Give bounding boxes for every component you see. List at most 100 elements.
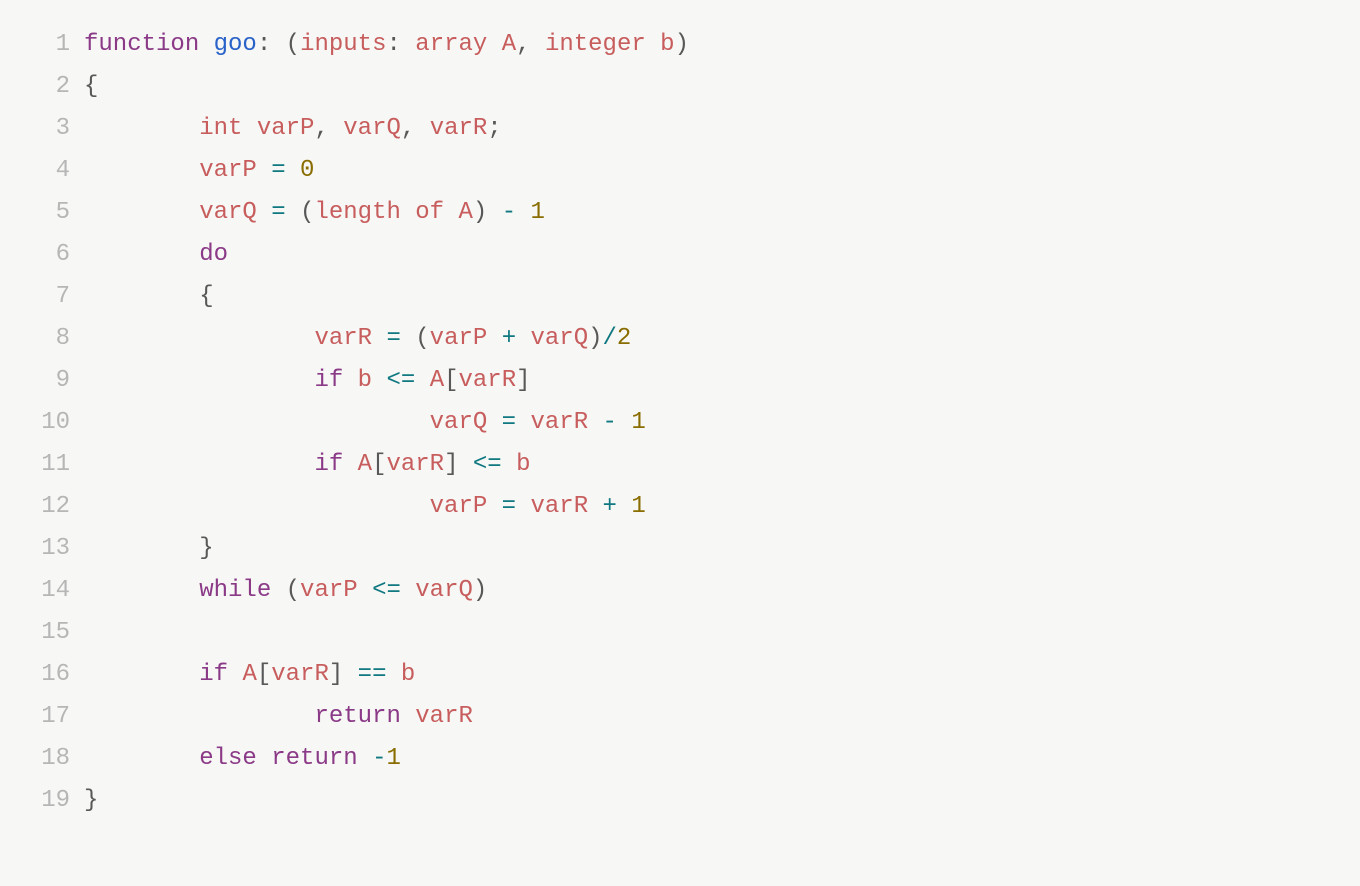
code-token [415,367,429,394]
code-token: varR [271,661,329,688]
line-number: 2 [0,66,84,108]
code-token [84,241,199,268]
code-token: , [314,115,328,142]
line-content: return varR [84,696,473,738]
code-token [84,661,199,688]
code-token [458,451,472,478]
code-token [516,325,530,352]
code-token: of [415,199,444,226]
code-token: = [386,325,400,352]
code-token [271,577,285,604]
line-number: 16 [0,654,84,696]
code-token: varR [459,367,517,394]
code-token: if [199,661,228,688]
code-token: varR [386,451,444,478]
code-token [444,199,458,226]
code-token: array [415,31,487,58]
code-token: varQ [531,325,589,352]
code-token: , [516,31,530,58]
code-token [401,325,415,352]
line-number: 9 [0,360,84,402]
code-token [516,199,530,226]
code-line: 3 int varP, varQ, varR; [0,108,1360,150]
code-token [358,577,372,604]
code-token [84,409,430,436]
code-token: { [199,283,213,310]
line-number: 5 [0,192,84,234]
line-number: 6 [0,234,84,276]
code-token [358,745,372,772]
line-content: if b <= A[varR] [84,360,531,402]
code-line: 19} [0,780,1360,822]
code-token [516,409,530,436]
code-token: int [199,115,242,142]
code-token: if [314,367,343,394]
code-token: ] [444,451,458,478]
line-content: int varP, varQ, varR; [84,108,502,150]
code-token: varQ [415,577,473,604]
code-token: : [257,31,271,58]
line-content: } [84,528,214,570]
line-number: 19 [0,780,84,822]
code-token [257,157,271,184]
code-token [487,493,501,520]
code-token: = [502,409,516,436]
code-token [84,283,199,310]
code-token [401,577,415,604]
code-token: b [401,661,415,688]
code-line: 18 else return -1 [0,738,1360,780]
code-token: ] [516,367,530,394]
line-number: 15 [0,612,84,654]
code-token: do [199,241,228,268]
code-token: 1 [386,745,400,772]
code-token [617,409,631,436]
code-token: + [502,325,516,352]
line-number: 3 [0,108,84,150]
code-token: <= [372,577,401,604]
code-token: varR [530,409,588,436]
code-token: integer [545,31,646,58]
code-token: function [84,31,199,58]
code-token [487,31,501,58]
line-content: varQ = varR - 1 [84,402,646,444]
code-token: b [660,31,674,58]
code-token: A [242,661,256,688]
line-number: 10 [0,402,84,444]
code-token: b [358,367,372,394]
code-token: { [84,73,98,100]
code-token: - [502,199,516,226]
code-token [84,367,314,394]
line-number: 13 [0,528,84,570]
code-token: / [603,325,617,352]
code-token: ] [329,661,343,688]
code-line: 17 return varR [0,696,1360,738]
code-token: 1 [531,199,545,226]
code-token [646,31,660,58]
line-content: do [84,234,228,276]
code-token [531,31,545,58]
code-token: [ [372,451,386,478]
code-line: 7 { [0,276,1360,318]
code-token: varQ [343,115,401,142]
code-token: ) [588,325,602,352]
line-content: varP = 0 [84,150,314,192]
line-content: { [84,276,214,318]
code-line: 13 } [0,528,1360,570]
code-token: A [430,367,444,394]
code-token: return [314,703,400,730]
code-token: varR [415,703,473,730]
code-token: A [459,199,473,226]
code-token [617,493,631,520]
code-token [372,325,386,352]
code-token: ( [300,199,314,226]
code-token: varP [430,493,488,520]
code-token: varR [314,325,372,352]
code-line: 11 if A[varR] <= b [0,444,1360,486]
code-token: 1 [631,493,645,520]
line-content: { [84,66,98,108]
code-token: - [372,745,386,772]
code-token: else [199,745,257,772]
code-token: varQ [199,199,257,226]
code-token: varR [530,493,588,520]
code-token: [ [444,367,458,394]
